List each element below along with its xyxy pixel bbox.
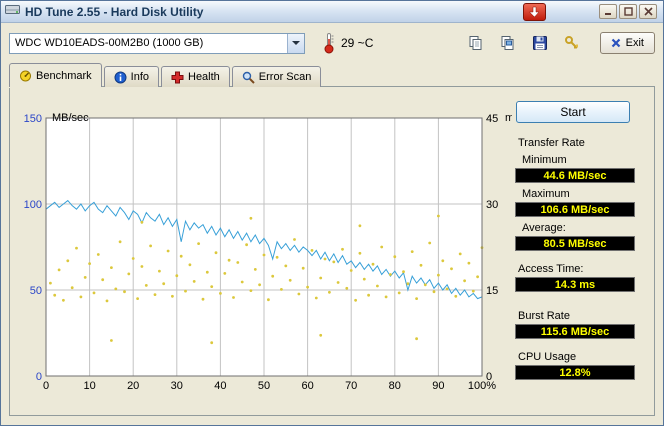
svg-text:15: 15: [486, 285, 498, 297]
exit-button[interactable]: Exit: [599, 32, 655, 54]
cpu-usage-value: 12.8%: [515, 365, 635, 380]
magnifier-icon: [242, 71, 255, 84]
drive-select-value: WDC WD10EADS-00M2B0 (1000 GB): [15, 37, 204, 49]
titlebar[interactable]: HD Tune 2.55 - Hard Disk Utility: [1, 1, 663, 23]
drive-select[interactable]: WDC WD10EADS-00M2B0 (1000 GB): [9, 32, 305, 54]
benchmark-icon: [20, 70, 31, 82]
exit-label: Exit: [625, 37, 644, 49]
copy-text-icon: [469, 36, 482, 50]
tab-info[interactable]: Info: [103, 66, 159, 87]
svg-text:70: 70: [345, 380, 357, 392]
minimum-label: Minimum: [522, 154, 567, 166]
svg-text:0: 0: [36, 371, 42, 383]
maximum-label: Maximum: [522, 188, 570, 200]
copy-image-button[interactable]: [496, 32, 520, 54]
exit-x-icon: [611, 38, 620, 48]
start-button[interactable]: Start: [516, 101, 630, 123]
copy-text-button[interactable]: [464, 32, 488, 54]
svg-text:100: 100: [24, 199, 42, 211]
toolbar: WDC WD10EADS-00M2B0 (1000 GB) 29 ~C Exit: [1, 23, 663, 63]
svg-text:45: 45: [486, 113, 498, 125]
svg-text:30: 30: [486, 199, 498, 211]
cpu-usage-label: CPU Usage: [518, 351, 577, 363]
transfer-rate-title: Transfer Rate: [518, 137, 585, 149]
tab-benchmark[interactable]: Benchmark: [9, 63, 102, 87]
tab-bar: Benchmark Info Health Error Scan: [1, 63, 663, 87]
svg-text:100%: 100%: [468, 380, 496, 392]
tab-health-label: Health: [188, 71, 220, 83]
temperature-readout: 29 ~C: [323, 32, 373, 54]
svg-text:10: 10: [83, 380, 95, 392]
health-icon: [171, 71, 184, 83]
maximum-value: 106.6 MB/sec: [515, 202, 635, 217]
window-title: HD Tune 2.55 - Hard Disk Utility: [25, 4, 204, 19]
save-icon: [532, 36, 547, 50]
svg-text:80: 80: [389, 380, 401, 392]
svg-text:150: 150: [24, 113, 42, 125]
window-controls: [599, 4, 657, 19]
download-arrow-icon: [529, 6, 540, 17]
tab-benchmark-label: Benchmark: [36, 69, 92, 82]
svg-text:MB/sec: MB/sec: [52, 112, 89, 124]
svg-text:30: 30: [171, 380, 183, 392]
chevron-down-icon: [292, 41, 300, 45]
benchmark-page: 150100500MB/sec4530150ms0102030405060708…: [9, 86, 655, 416]
maximize-icon: [623, 7, 633, 16]
close-button[interactable]: [639, 4, 657, 19]
thermometer-icon: [324, 33, 334, 54]
average-value: 80.5 MB/sec: [515, 236, 635, 251]
svg-text:60: 60: [301, 380, 313, 392]
access-time-value: 14.3 ms: [515, 277, 635, 292]
burst-rate-label: Burst Rate: [518, 310, 570, 322]
results-panel: Start Transfer Rate Minimum 44.6 MB/sec …: [512, 95, 638, 380]
svg-text:50: 50: [30, 285, 42, 297]
combo-dropdown-button[interactable]: [287, 33, 304, 53]
maximize-button[interactable]: [619, 4, 637, 19]
benchmark-chart: 150100500MB/sec4530150ms0102030405060708…: [24, 112, 512, 392]
svg-text:90: 90: [432, 380, 444, 392]
minimize-button[interactable]: [599, 4, 617, 19]
close-icon: [643, 7, 653, 16]
toolbar-icons: [464, 32, 584, 54]
app-window: HD Tune 2.55 - Hard Disk Utility WDC WD1…: [0, 0, 664, 426]
svg-text:ms: ms: [505, 112, 512, 124]
svg-text:40: 40: [214, 380, 226, 392]
svg-text:20: 20: [127, 380, 139, 392]
access-time-label: Access Time:: [518, 263, 584, 275]
tab-error-scan-label: Error Scan: [258, 71, 312, 83]
options-button[interactable]: [560, 32, 584, 54]
save-screenshot-button[interactable]: [528, 32, 552, 54]
svg-text:0: 0: [43, 380, 49, 392]
tab-info-label: Info: [130, 71, 149, 83]
app-icon: [5, 3, 20, 21]
temperature-value: 29 ~C: [341, 36, 374, 50]
tab-error-scan[interactable]: Error Scan: [231, 66, 322, 87]
info-icon: [114, 71, 127, 83]
download-arrow-button[interactable]: [523, 2, 546, 21]
minimum-value: 44.6 MB/sec: [515, 168, 635, 183]
average-label: Average:: [522, 222, 566, 234]
burst-rate-value: 115.6 MB/sec: [515, 324, 635, 339]
tab-health[interactable]: Health: [161, 66, 230, 87]
svg-text:50: 50: [258, 380, 270, 392]
minimize-icon: [604, 13, 611, 15]
copy-image-icon: [501, 36, 514, 50]
keys-icon: [564, 36, 578, 49]
